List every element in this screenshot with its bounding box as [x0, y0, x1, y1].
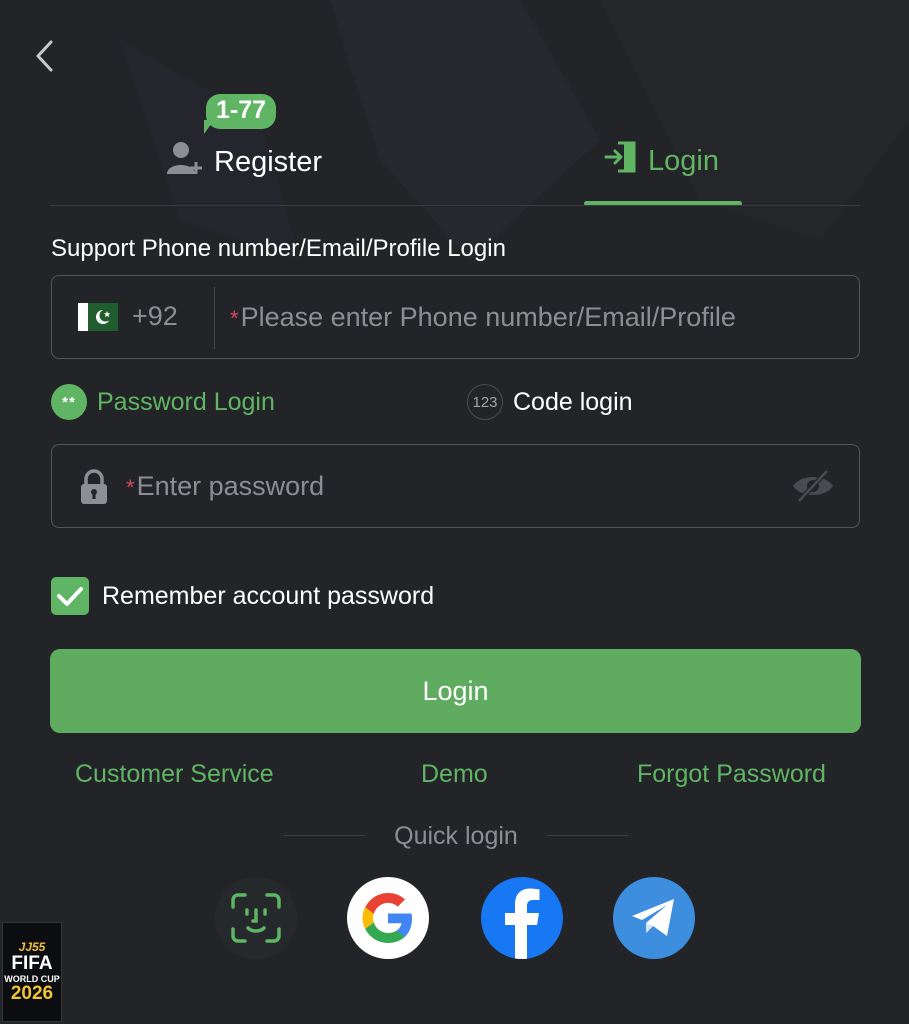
code-login-option[interactable]: 123 Code login — [467, 384, 633, 420]
register-bonus-badge: 1-77 — [206, 94, 277, 129]
password-field[interactable]: *Enter password — [51, 444, 860, 528]
login-button[interactable]: Login — [50, 649, 861, 733]
field-separator — [214, 287, 215, 349]
remember-password-toggle[interactable]: Remember account password — [51, 577, 434, 615]
forgot-password-link[interactable]: Forgot Password — [637, 760, 826, 789]
eye-closed-icon[interactable] — [791, 469, 835, 508]
pakistan-flag-icon[interactable] — [78, 303, 118, 331]
remember-checkbox[interactable] — [51, 577, 89, 615]
face-id-login-button[interactable] — [215, 877, 297, 959]
password-input[interactable]: *Enter password — [126, 471, 324, 502]
checkmark-icon — [57, 587, 83, 606]
password-placeholder: Enter password — [136, 471, 325, 501]
badge-tail — [204, 120, 214, 134]
tab-divider — [50, 205, 860, 206]
password-login-label: Password Login — [97, 387, 275, 416]
code-login-label: Code login — [513, 387, 633, 416]
add-user-icon — [166, 140, 204, 184]
phone-email-placeholder: Please enter Phone number/Email/Profile — [240, 302, 736, 332]
phone-email-input[interactable]: *Please enter Phone number/Email/Profile — [230, 302, 736, 333]
required-mark: * — [126, 475, 135, 500]
face-id-icon — [231, 893, 281, 943]
support-login-hint: Support Phone number/Email/Profile Login — [51, 235, 506, 262]
promo-title: FIFA — [11, 953, 53, 974]
promo-brand: JJ55 — [18, 940, 46, 954]
tab-login-label: Login — [648, 144, 719, 177]
quick-login-label: Quick login — [394, 822, 518, 850]
phone-email-field[interactable]: +92 *Please enter Phone number/Email/Pro… — [51, 275, 860, 359]
code-mode-icon: 123 — [467, 384, 503, 420]
password-mode-icon: ** — [51, 384, 87, 420]
demo-link[interactable]: Demo — [421, 760, 488, 789]
remember-password-label: Remember account password — [102, 581, 435, 610]
password-login-option[interactable]: ** Password Login — [51, 384, 275, 420]
auth-tabs: 1-77 Register Login — [50, 90, 860, 208]
required-mark: * — [230, 306, 239, 331]
country-code-selector[interactable]: +92 — [132, 301, 178, 332]
chevron-left-icon — [36, 40, 53, 72]
tab-login[interactable]: Login — [604, 140, 719, 182]
divider-line-right — [546, 835, 628, 836]
tab-register[interactable]: Register — [166, 140, 322, 184]
customer-service-link[interactable]: Customer Service — [75, 760, 274, 789]
fifa-world-cup-promo-banner[interactable]: JJ55 FIFA WORLD CUP 2026 — [2, 922, 62, 1022]
promo-year: 2026 — [10, 983, 54, 1004]
google-login-button[interactable] — [347, 877, 429, 959]
login-door-icon — [604, 140, 638, 182]
lock-icon — [80, 469, 108, 510]
google-icon — [362, 893, 412, 943]
telegram-login-button[interactable] — [613, 877, 695, 959]
back-button[interactable] — [26, 36, 62, 76]
facebook-icon — [505, 888, 540, 959]
facebook-login-button[interactable] — [481, 877, 563, 959]
telegram-icon — [632, 899, 674, 936]
quick-login-divider: Quick login — [284, 822, 628, 852]
tab-register-label: Register — [214, 145, 322, 178]
